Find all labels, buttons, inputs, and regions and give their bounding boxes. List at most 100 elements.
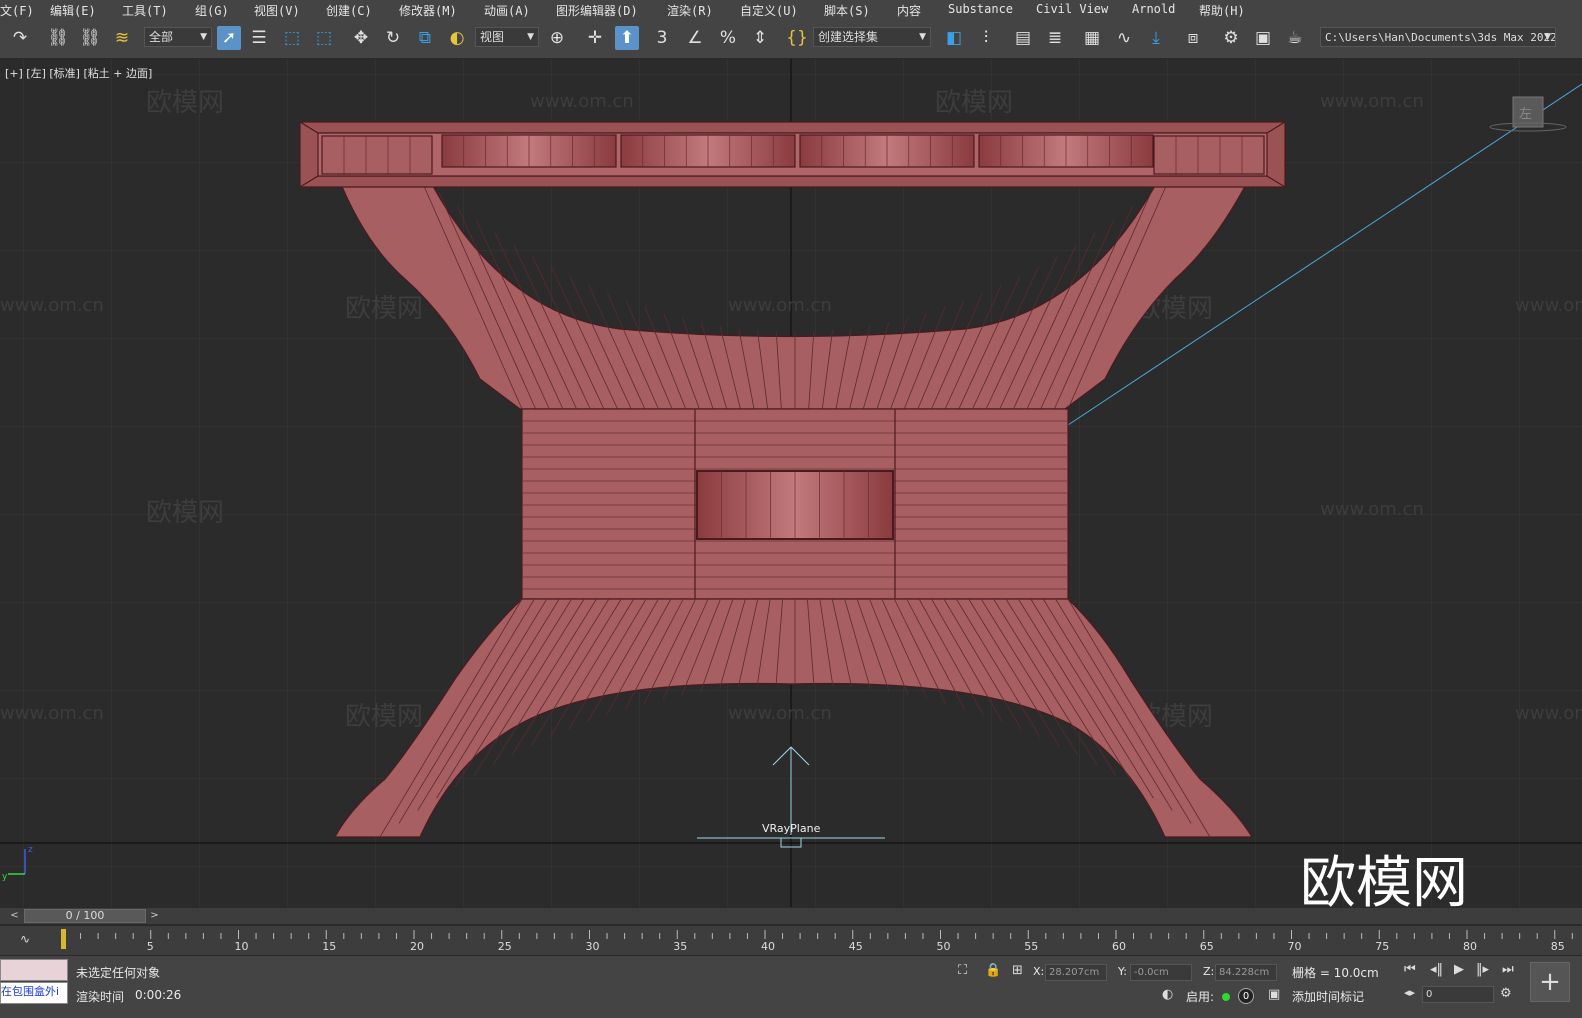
mirror-icon[interactable]: ◧ [942, 26, 966, 50]
view-cube-label: 左 [1519, 107, 1532, 122]
menu-substance[interactable]: Substance [948, 2, 1013, 16]
menu-create[interactable]: 创建(C) [326, 2, 372, 19]
menu-scripting[interactable]: 脚本(S) [824, 2, 870, 19]
render-production-icon[interactable]: ☕ [1283, 26, 1307, 50]
current-frame-field[interactable]: 0 [1422, 986, 1494, 1003]
ribbon-icon[interactable]: ▦ [1080, 26, 1104, 50]
time-tag-icon[interactable]: ▣ [1268, 987, 1280, 1002]
svg-text:www.om.cn: www.om.cn [728, 295, 832, 316]
named-selection-value: 创建选择集 [818, 30, 879, 44]
dope-sheet-icon[interactable]: ⤓ [1144, 26, 1168, 50]
chevron-down-icon: ▼ [527, 32, 534, 42]
render-time-label: 渲染时间 [76, 990, 125, 1004]
trackbar-tick-label: 65 [1200, 940, 1214, 953]
maxscript-input[interactable]: 在包围盒外i [0, 982, 68, 1004]
trackbar-tick-label: 10 [235, 940, 249, 953]
trackbar-tick-label: 15 [322, 940, 336, 953]
angle-snap-icon[interactable]: ∠ [683, 26, 707, 50]
redo-icon[interactable]: ↷ [8, 26, 32, 50]
project-path-dropdown[interactable]: C:\Users\Han\Documents\3ds Max 2022 ▼ [1320, 27, 1556, 47]
rendered-frame-window-icon[interactable]: ▣ [1251, 26, 1275, 50]
percent-snap-icon[interactable]: % [716, 26, 740, 50]
isolate-selection-icon[interactable]: ⛶ [958, 963, 967, 978]
next-frame-icon[interactable]: ‖▸ [1476, 962, 1489, 977]
menu-view[interactable]: 视图(V) [254, 2, 300, 19]
svg-text:www.om.cn: www.om.cn [530, 91, 634, 112]
menu-rendering[interactable]: 渲染(R) [667, 2, 713, 19]
time-slider[interactable]: < 0 / 100 > [0, 908, 1582, 924]
placement-icon[interactable]: ◐ [445, 26, 469, 50]
snaps-toggle-icon[interactable]: 3 [650, 26, 674, 50]
render-setup-icon[interactable]: ⚙ [1219, 26, 1243, 50]
viewport-label[interactable]: [+] [左] [标准] [粘土 + 边面] [5, 65, 152, 81]
time-config-icon[interactable]: ⚙ [1500, 986, 1512, 1001]
go-to-start-icon[interactable]: ⏮ [1404, 962, 1416, 977]
z-coordinate-field[interactable]: 84.228cm [1215, 964, 1277, 981]
move-icon[interactable]: ✥ [349, 26, 373, 50]
chevron-down-icon: ▼ [200, 32, 207, 42]
play-icon[interactable]: ▶ [1454, 962, 1464, 977]
menu-arnold[interactable]: Arnold [1132, 2, 1175, 16]
time-slider-handle[interactable]: 0 / 100 [24, 909, 146, 923]
current-frame-marker[interactable] [61, 929, 66, 949]
menu-modifiers[interactable]: 修改器(M) [399, 2, 457, 19]
trackbar[interactable]: ∿ 5 10 15 20 25 30 35 40 45 50 55 60 65 70 75 80 85 [0, 925, 1582, 956]
menu-customize[interactable]: 自定义(U) [740, 2, 798, 19]
menu-animation[interactable]: 动画(A) [484, 2, 530, 19]
keyboard-shortcut-override-icon[interactable]: ⬆ [615, 26, 639, 50]
pivot-center-icon[interactable]: ⊕ [545, 26, 569, 50]
status-bar: 在包围盒外i 未选定任何对象 渲染时间 0:00:26 ⛶ 🔒 ⊞ X: 28.… [0, 955, 1582, 1018]
bind-space-warp-icon[interactable]: ≋ [110, 26, 134, 50]
menu-tools[interactable]: 工具(T) [122, 2, 168, 19]
viewport-left[interactable]: 欧模网 www.om.cn 欧模网 www.om.cn www.om.cn 欧模… [0, 59, 1582, 907]
prev-frame-arrow-icon[interactable]: < [8, 909, 21, 923]
lock-icon[interactable]: 🔒 [985, 963, 1001, 978]
menu-civil-view[interactable]: Civil View [1036, 2, 1108, 16]
select-manipulate-icon[interactable]: ✛ [583, 26, 607, 50]
selection-filter-value: 全部 [149, 30, 174, 44]
align-icon[interactable]: ⫶ [974, 26, 998, 50]
scale-icon[interactable]: ⧉ [413, 26, 437, 50]
adaptive-degradation-icon[interactable]: ◐ [1162, 987, 1173, 1002]
absolute-mode-icon[interactable]: ⊞ [1012, 963, 1023, 978]
main-toolbar: ↷ ⛓ ⛓ ≋ 全部 ▼ ➚ ☰ ⬚ ⬚ ✥ ↻ ⧉ ◐ 视图 ▼ ⊕ ✛ ⬆ 3 … [0, 20, 1582, 59]
y-coordinate-field[interactable]: -0.0cm [1130, 964, 1192, 981]
svg-text:欧模网: 欧模网 [345, 294, 423, 324]
maxscript-listener[interactable] [0, 959, 68, 981]
vrayplane-label: VRayPlane [762, 822, 821, 835]
select-by-name-icon[interactable]: ☰ [247, 26, 271, 50]
select-object-icon[interactable]: ➚ [217, 26, 241, 50]
svg-text:www.om.cn: www.om.cn [0, 703, 104, 724]
chevron-down-icon: ▼ [1544, 32, 1551, 42]
add-time-tag[interactable]: 添加时间标记 [1292, 988, 1364, 1005]
unlink-icon[interactable]: ⛓ [78, 26, 102, 50]
schematic-view-icon[interactable]: ⧈ [1181, 26, 1205, 50]
edit-named-selection-icon[interactable]: {} [785, 26, 809, 50]
rectangular-selection-icon[interactable]: ⬚ [280, 26, 304, 50]
menu-graph-editors[interactable]: 图形编辑器(D) [556, 2, 638, 19]
menu-content[interactable]: 内容 [897, 2, 921, 19]
window-crossing-icon[interactable]: ⬚ [312, 26, 336, 50]
selection-filter-dropdown[interactable]: 全部 ▼ [144, 27, 212, 47]
previous-frame-icon[interactable]: ◂‖ [1430, 962, 1443, 977]
reference-coord-dropdown[interactable]: 视图 ▼ [475, 27, 539, 47]
curve-editor-icon[interactable]: ∿ [1112, 26, 1136, 50]
next-frame-arrow-icon[interactable]: > [148, 909, 161, 923]
layer-explorer-icon[interactable]: ≣ [1043, 26, 1067, 50]
key-mode-icon[interactable]: ◂▸ [1404, 986, 1415, 999]
x-coordinate-field[interactable]: 28.207cm [1045, 964, 1107, 981]
spinner-snap-icon[interactable]: ⇕ [748, 26, 772, 50]
scene-explorer-icon[interactable]: ▤ [1011, 26, 1035, 50]
menu-edit[interactable]: 编辑(E) [50, 2, 96, 19]
trackbar-tick-label: 55 [1024, 940, 1038, 953]
add-key-icon[interactable]: + [1530, 962, 1570, 1002]
menu-help[interactable]: 帮助(H) [1199, 2, 1245, 19]
menu-file[interactable]: 文(F) [0, 2, 34, 19]
trackbar-tick-label: 25 [498, 940, 512, 953]
menu-group[interactable]: 组(G) [195, 2, 229, 19]
z-label: Z: [1203, 965, 1215, 978]
go-to-end-icon[interactable]: ⏭ [1502, 962, 1514, 977]
rotate-icon[interactable]: ↻ [381, 26, 405, 50]
named-selection-dropdown[interactable]: 创建选择集 ▼ [813, 27, 931, 47]
link-icon[interactable]: ⛓ [46, 26, 70, 50]
